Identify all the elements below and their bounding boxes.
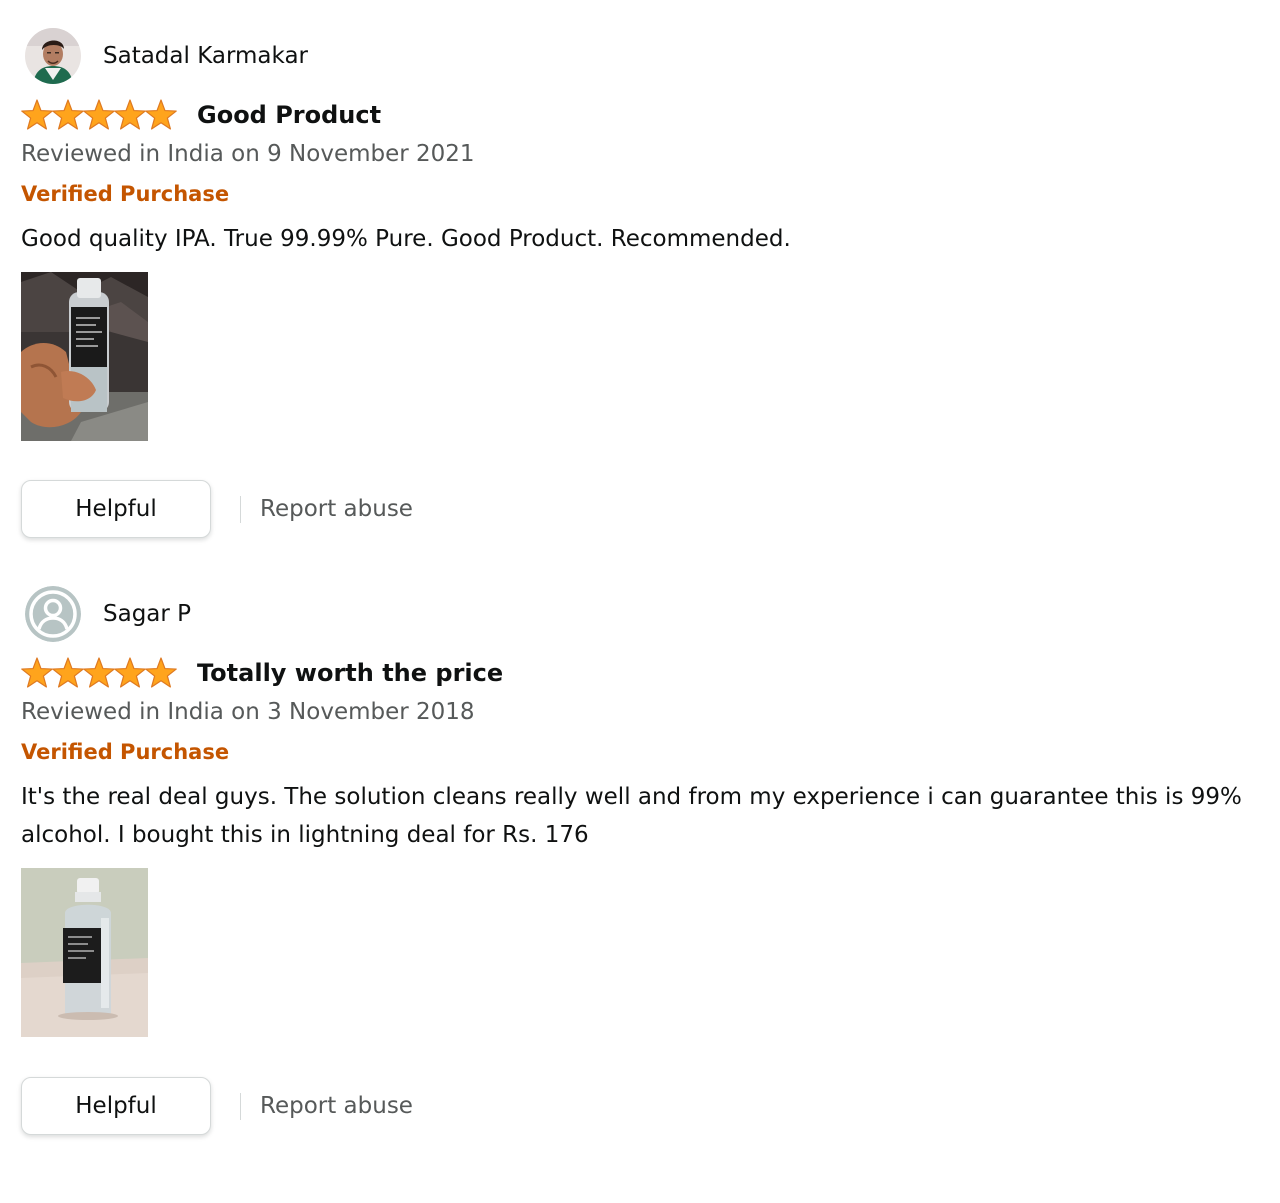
review-body: It's the real deal guys. The solution cl… xyxy=(21,784,1242,848)
review-actions: Helpful Report abuse xyxy=(21,1076,413,1136)
star-icon xyxy=(21,99,53,130)
reviewer-profile[interactable]: Sagar P xyxy=(25,585,191,643)
helpful-button[interactable]: Helpful xyxy=(21,1077,211,1135)
review-title[interactable]: Good Product xyxy=(197,101,381,129)
reviews-list: Satadal Karmakar Good Product Reviewed i… xyxy=(0,0,1280,1203)
star-icon xyxy=(52,99,84,130)
star-rating[interactable] xyxy=(21,99,177,131)
star-icon xyxy=(114,657,146,688)
bottle-in-hand-photo-icon[interactable] xyxy=(21,272,148,441)
default-user-icon[interactable] xyxy=(25,586,81,642)
verified-purchase-badge: Verified Purchase xyxy=(21,740,230,764)
star-icon xyxy=(21,657,53,688)
review-actions: Helpful Report abuse xyxy=(21,479,413,539)
review-date: Reviewed in India on 3 November 2018 xyxy=(21,699,475,725)
star-icon xyxy=(83,99,115,130)
reviewer-profile[interactable]: Satadal Karmakar xyxy=(25,27,308,85)
star-rating[interactable] xyxy=(21,657,177,689)
star-icon xyxy=(145,99,177,130)
action-divider xyxy=(240,495,241,523)
rating-row: Totally worth the price xyxy=(21,656,503,690)
review-body: Good quality IPA. True 99.99% Pure. Good… xyxy=(21,226,791,252)
star-icon xyxy=(83,657,115,688)
bottle-on-table-photo-icon[interactable] xyxy=(21,868,148,1037)
rating-row: Good Product xyxy=(21,98,381,132)
action-divider xyxy=(240,1092,241,1120)
review-title[interactable]: Totally worth the price xyxy=(197,659,503,687)
profile-photo-icon[interactable] xyxy=(25,28,81,84)
star-icon xyxy=(52,657,84,688)
reviewer-name[interactable]: Sagar P xyxy=(103,601,191,627)
review-date: Reviewed in India on 9 November 2021 xyxy=(21,141,475,167)
report-abuse-link[interactable]: Report abuse xyxy=(260,496,413,522)
star-icon xyxy=(114,99,146,130)
reviewer-name[interactable]: Satadal Karmakar xyxy=(103,43,308,69)
helpful-button[interactable]: Helpful xyxy=(21,480,211,538)
star-icon xyxy=(145,657,177,688)
verified-purchase-badge: Verified Purchase xyxy=(21,182,230,206)
report-abuse-link[interactable]: Report abuse xyxy=(260,1093,413,1119)
